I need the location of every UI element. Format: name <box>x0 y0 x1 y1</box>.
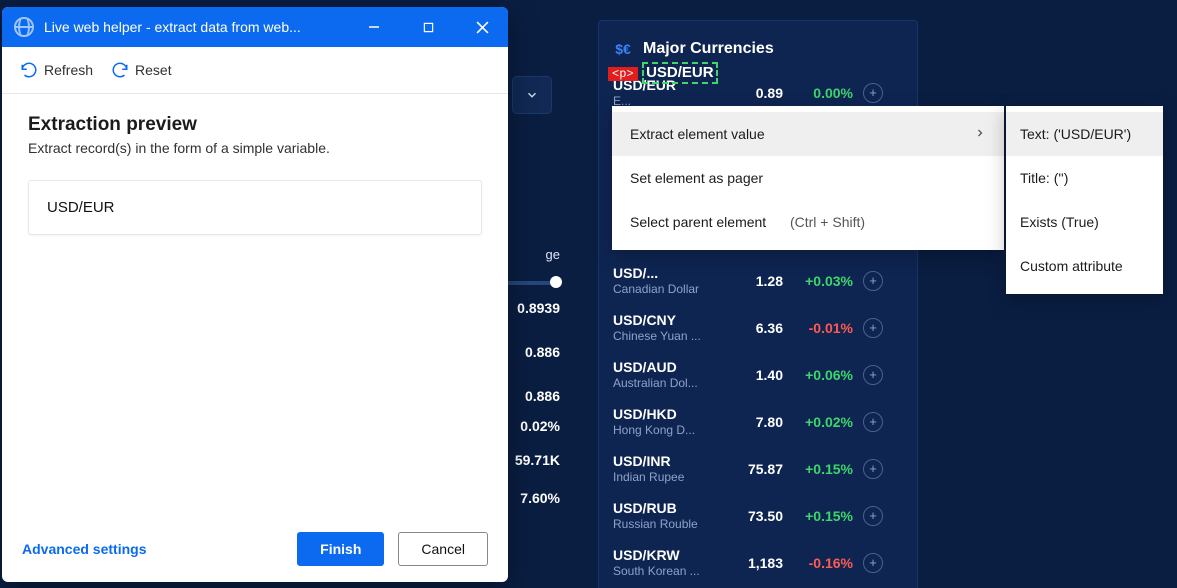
currency-row[interactable]: USD/HKDHong Kong D...7.80+0.02% + <box>613 398 903 445</box>
menu-item-label: Set element as pager <box>630 170 763 186</box>
globe-icon <box>14 17 34 37</box>
currency-pair: USD/RUB <box>613 500 723 517</box>
currency-change: +0.15% <box>783 508 853 524</box>
add-icon[interactable]: + <box>863 318 883 338</box>
extraction-heading: Extraction preview <box>28 114 482 136</box>
window-title: Live web helper - extract data from web.… <box>44 19 342 35</box>
finish-button[interactable]: Finish <box>297 532 384 566</box>
currency-change: +0.03% <box>783 273 853 289</box>
currency-value: 6.36 <box>723 320 783 336</box>
refresh-button[interactable]: Refresh <box>20 61 93 79</box>
cancel-button[interactable]: Cancel <box>398 532 488 566</box>
preview-value: USD/EUR <box>47 199 115 216</box>
submenu-item[interactable]: Exists (True) <box>1006 200 1163 244</box>
context-menu: Extract element value Set element as page… <box>612 106 1004 250</box>
currency-value: 1,183 <box>723 555 783 571</box>
live-web-helper-dialog: Live web helper - extract data from web.… <box>2 7 508 582</box>
dialog-footer: Advanced settings Finish Cancel <box>2 516 508 582</box>
currency-row[interactable]: USD/CNYChinese Yuan ...6.36-0.01% + <box>613 304 903 351</box>
stat-value: 7.60% <box>500 490 560 506</box>
currency-value: 1.40 <box>723 367 783 383</box>
menu-item-label: Extract element value <box>630 126 765 142</box>
context-submenu: Text: ('USD/EUR') Title: ('') Exists (True… <box>1006 106 1163 294</box>
menu-item-hint: (Ctrl + Shift) <box>790 214 865 230</box>
refresh-label: Refresh <box>44 62 93 78</box>
dialog-body: Extraction preview Extract record(s) in … <box>2 94 508 516</box>
element-highlight: <p> USD/EUR <box>608 62 718 84</box>
add-icon[interactable]: + <box>863 459 883 479</box>
currency-value: 1.28 <box>723 273 783 289</box>
stat-value: 0.8939 <box>500 300 560 316</box>
add-icon[interactable]: + <box>863 506 883 526</box>
chevron-right-icon <box>974 126 986 142</box>
currency-change: -0.01% <box>783 320 853 336</box>
reset-label: Reset <box>135 62 172 78</box>
currency-desc: South Korean ... <box>613 564 723 578</box>
currency-desc: Chinese Yuan ... <box>613 329 723 343</box>
stat-value: 59.71K <box>500 452 560 468</box>
menu-item[interactable]: Select parent element (Ctrl + Shift) <box>612 200 1004 244</box>
submenu-item-label: Title: ('') <box>1020 170 1068 186</box>
currency-change: +0.15% <box>783 461 853 477</box>
currency-pair: USD/INR <box>613 453 723 470</box>
submenu-item-label: Custom attribute <box>1020 258 1123 274</box>
currency-row[interactable]: USD/AUDAustralian Dol...1.40+0.06% + <box>613 351 903 398</box>
stat-value: 0.02% <box>500 418 560 434</box>
currency-pair: USD/CNY <box>613 312 723 329</box>
currency-desc: Russian Rouble <box>613 517 723 531</box>
currency-row[interactable]: USD/INRIndian Rupee75.87+0.15% + <box>613 445 903 492</box>
currency-row[interactable]: USD/RUBRussian Rouble73.50+0.15% + <box>613 492 903 539</box>
dialog-toolbar: Refresh Reset <box>2 47 508 94</box>
currency-pair: USD/... <box>613 265 723 282</box>
add-icon[interactable]: + <box>863 83 883 103</box>
add-icon[interactable]: + <box>863 553 883 573</box>
currency-icon: $€ <box>613 39 633 59</box>
add-icon[interactable]: + <box>863 412 883 432</box>
currency-change: +0.02% <box>783 414 853 430</box>
maximize-button[interactable] <box>406 7 450 47</box>
currency-change: -0.16% <box>783 555 853 571</box>
submenu-item[interactable]: Custom attribute <box>1006 244 1163 288</box>
currency-row[interactable]: USD/...Canadian Dollar1.28+0.03% + <box>613 257 903 304</box>
advanced-settings-link[interactable]: Advanced settings <box>22 541 283 557</box>
range-slider-fragment: ge <box>500 247 560 288</box>
currency-pair: USD/AUD <box>613 359 723 376</box>
submenu-item[interactable]: Text: ('USD/EUR') <box>1006 112 1163 156</box>
menu-item[interactable]: Extract element value <box>612 112 1004 156</box>
currency-desc: Indian Rupee <box>613 470 723 484</box>
submenu-item-label: Exists (True) <box>1020 214 1099 230</box>
range-label: ge <box>500 247 560 262</box>
panel-title: Major Currencies <box>643 40 774 58</box>
stat-value: 0.886 <box>500 388 560 404</box>
currency-value: 7.80 <box>723 414 783 430</box>
currency-pair: USD/HKD <box>613 406 723 423</box>
slider-thumb[interactable] <box>550 276 562 288</box>
currency-value: 73.50 <box>723 508 783 524</box>
stat-value: 0.886 <box>500 344 560 360</box>
currency-value: 75.87 <box>723 461 783 477</box>
submenu-item[interactable]: Title: ('') <box>1006 156 1163 200</box>
menu-item-label: Select parent element <box>630 214 766 230</box>
currency-change: 0.00% <box>783 85 853 101</box>
minimize-button[interactable] <box>352 7 396 47</box>
extraction-subtitle: Extract record(s) in the form of a simpl… <box>28 140 482 156</box>
currency-desc: Canadian Dollar <box>613 282 723 296</box>
currency-desc: Hong Kong D... <box>613 423 723 437</box>
currency-pair: USD/KRW <box>613 547 723 564</box>
currency-row[interactable]: USD/KRWSouth Korean ...1,183-0.16% + <box>613 539 903 586</box>
preview-card: USD/EUR <box>28 180 482 235</box>
currency-desc: Australian Dol... <box>613 376 723 390</box>
highlight-text: USD/EUR <box>646 64 714 81</box>
highlight-tag: <p> <box>608 67 638 81</box>
currency-value: 0.89 <box>723 85 783 101</box>
reset-button[interactable]: Reset <box>111 61 172 79</box>
add-icon[interactable]: + <box>863 271 883 291</box>
dropdown-chevron-box[interactable] <box>512 76 552 114</box>
submenu-item-label: Text: ('USD/EUR') <box>1020 126 1131 142</box>
close-button[interactable] <box>460 7 504 47</box>
add-icon[interactable]: + <box>863 365 883 385</box>
currency-change: +0.06% <box>783 367 853 383</box>
menu-item[interactable]: Set element as pager <box>612 156 1004 200</box>
titlebar: Live web helper - extract data from web.… <box>2 7 508 47</box>
